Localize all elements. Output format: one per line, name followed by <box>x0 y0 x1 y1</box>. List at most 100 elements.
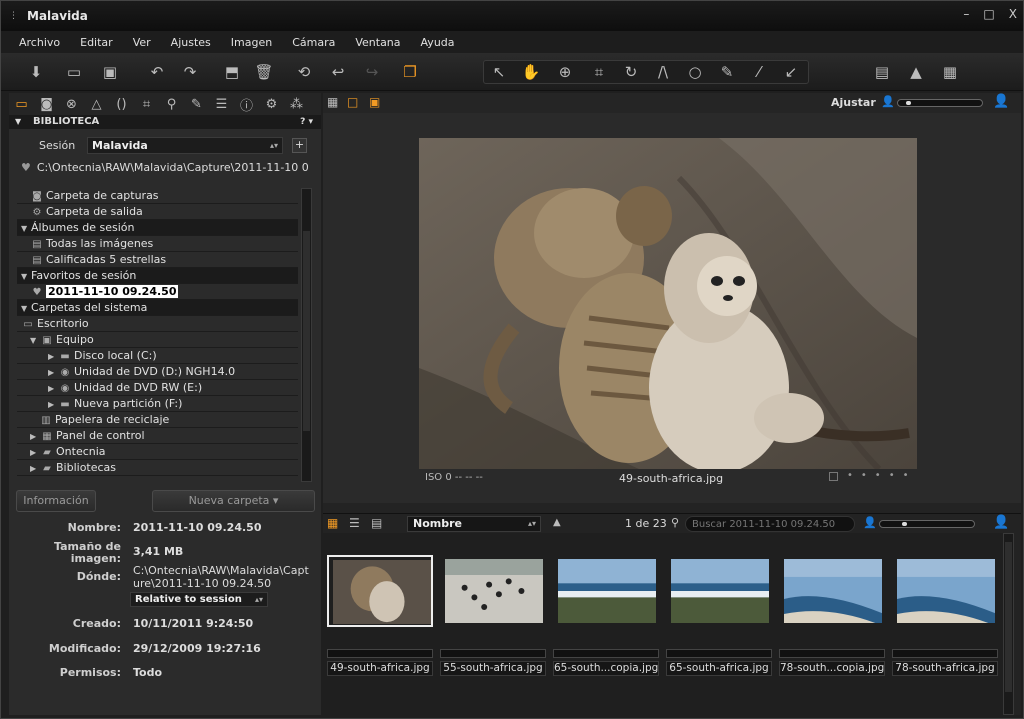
thumbnail-frame[interactable] <box>327 555 433 627</box>
thumbnail-rating-bar[interactable] <box>440 649 546 658</box>
metadata-tab-icon[interactable]: ⓘ <box>234 95 259 114</box>
capture-tab-icon[interactable]: ◙ <box>34 97 59 112</box>
menu-ventana[interactable]: Ventana <box>355 36 400 49</box>
color-tag-box[interactable] <box>829 472 838 481</box>
expand-icon[interactable]: ▶ <box>48 349 58 365</box>
menu-editar[interactable]: Editar <box>80 36 113 49</box>
variants-icon[interactable]: ❐ <box>399 62 421 82</box>
picker-icon[interactable]: ⁄ <box>748 62 770 82</box>
slider-knob[interactable] <box>902 522 907 526</box>
tree-item[interactable]: ▤ Calificadas 5 estrellas <box>17 252 298 268</box>
grid-icon[interactable]: ▦ <box>939 62 961 82</box>
tree-item[interactable]: ▶ ▬ Disco local (C:) <box>17 348 298 364</box>
menu-imagen[interactable]: Imagen <box>231 36 272 49</box>
collapse-icon[interactable]: ▼ <box>21 221 31 237</box>
trash-icon[interactable]: 🗑 <box>253 62 275 82</box>
tree-item[interactable]: ▶ ▦ Panel de control <box>17 428 298 444</box>
thumbnail-image[interactable] <box>558 559 656 623</box>
thumbnail-item[interactable]: 49-south-africa.jpg <box>325 533 435 678</box>
tree-item[interactable]: ▶ ▰ Bibliotecas <box>17 460 298 476</box>
warning-icon[interactable]: ▲ <box>905 62 927 82</box>
rotate-tool-icon[interactable]: ↻ <box>620 62 642 82</box>
main-photo[interactable] <box>419 138 917 469</box>
thumbnail-frame[interactable] <box>440 555 546 627</box>
rotate-left-icon[interactable]: ↶ <box>146 62 168 82</box>
tree-section-header[interactable]: ▼ Carpetas del sistema <box>17 300 298 316</box>
export-icon[interactable]: ▣ <box>99 62 121 82</box>
list-view-icon[interactable]: ☰ <box>349 516 360 530</box>
collapse-icon[interactable]: ▼ <box>21 269 31 285</box>
sort-select[interactable]: Nombre ▴▾ <box>407 516 541 532</box>
tree-item[interactable]: ▤ Todas las imágenes <box>17 236 298 252</box>
expand-icon[interactable]: ▶ <box>48 365 58 381</box>
relative-select[interactable]: Relative to session ▴▾ <box>130 592 268 607</box>
tree-section-header[interactable]: ▼ Álbumes de sesión <box>17 220 298 236</box>
primary-view-icon[interactable]: ▣ <box>369 95 380 109</box>
minimize-button[interactable]: – <box>963 7 969 21</box>
tree-item[interactable]: ▶ ▰ Ontecnia <box>17 444 298 460</box>
collapse-icon[interactable]: ▼ <box>21 301 31 317</box>
thumbnail-item[interactable]: 65-south...copia.jpg <box>551 533 661 678</box>
expand-icon[interactable]: ▶ <box>30 429 40 445</box>
new-folder-button[interactable]: Nueva carpeta ▾ <box>152 490 315 512</box>
thumbnail-image[interactable] <box>784 559 882 623</box>
move-to-folder-icon[interactable]: ⬒ <box>221 62 243 82</box>
tree-item[interactable]: ▶ ◉ Unidad de DVD (D:) NGH14.0 <box>17 364 298 380</box>
output-tab-icon[interactable]: ☰ <box>209 97 234 112</box>
local-tab-icon[interactable]: ✎ <box>184 97 209 112</box>
browser-scrollbar[interactable] <box>1003 533 1014 715</box>
library-tab-icon[interactable]: ▭ <box>9 97 34 112</box>
collapse-icon[interactable]: ▼ <box>30 333 40 349</box>
close-button[interactable]: X <box>1009 7 1017 21</box>
import-icon[interactable]: ⬇ <box>25 62 47 82</box>
rotate-right-icon[interactable]: ↷ <box>179 62 201 82</box>
tree-section-header[interactable]: ▼ Favoritos de sesión <box>17 268 298 284</box>
thumbnail-item[interactable]: 65-south-africa.jpg <box>664 533 774 678</box>
select-cursor-icon[interactable]: ↖ <box>488 62 510 82</box>
expand-icon[interactable]: ▶ <box>48 397 58 413</box>
rating-dots[interactable]: ••••• <box>847 470 917 481</box>
thumbnail-size-slider[interactable] <box>879 520 975 528</box>
filmstrip-view-icon[interactable]: ▤ <box>371 516 382 530</box>
menu-ajustes[interactable]: Ajustes <box>171 36 211 49</box>
multi-view-icon[interactable]: ▦ <box>327 95 338 109</box>
reset-icon[interactable]: ⟲ <box>293 62 315 82</box>
information-button[interactable]: Información <box>16 490 96 512</box>
thumbnail-rating-bar[interactable] <box>892 649 998 658</box>
thumbnail-item[interactable]: 55-south-africa.jpg <box>438 533 548 678</box>
tree-scroll-thumb[interactable] <box>303 231 310 431</box>
details-tab-icon[interactable]: ⚲ <box>159 97 184 112</box>
tree-item[interactable]: ▼ ▣ Equipo <box>17 332 298 348</box>
settings-tab-icon[interactable]: ⚙ <box>259 97 284 112</box>
thumbnail-item[interactable]: 78-south...copia.jpg <box>777 533 887 678</box>
slider-knob[interactable] <box>906 101 911 105</box>
expand-icon[interactable]: ▶ <box>30 445 40 461</box>
thumbnail-frame[interactable] <box>553 555 659 627</box>
redo-icon[interactable]: ↪ <box>361 62 383 82</box>
keystone-icon[interactable]: /\ <box>652 62 674 82</box>
expand-icon[interactable]: ▶ <box>48 381 58 397</box>
exposure-tab-icon[interactable]: △ <box>84 97 109 112</box>
help-icon[interactable]: ? ▾ <box>300 115 313 129</box>
tree-item[interactable]: ◙ Carpeta de capturas <box>17 188 298 204</box>
browser-scroll-thumb[interactable] <box>1005 542 1012 692</box>
thumbnail-frame[interactable] <box>779 555 885 627</box>
viewer-zoom-slider[interactable] <box>897 99 983 107</box>
hand-icon[interactable]: ✋ <box>520 62 542 82</box>
undo-icon[interactable]: ↩ <box>327 62 349 82</box>
tree-scrollbar[interactable] <box>301 188 312 482</box>
menu-camara[interactable]: Cámara <box>292 36 335 49</box>
composition-tab-icon[interactable]: ⌗ <box>134 97 159 112</box>
thumbnail-image[interactable] <box>333 560 431 624</box>
thumbnail-frame[interactable] <box>666 555 772 627</box>
compare-icon[interactable]: ▭ <box>63 62 85 82</box>
sort-direction-icon[interactable]: ▲ <box>553 517 561 528</box>
menu-ayuda[interactable]: Ayuda <box>421 36 455 49</box>
tree-item[interactable]: ⚙ Carpeta de salida <box>17 204 298 220</box>
zoom-icon[interactable]: ⊕ <box>554 62 576 82</box>
add-session-button[interactable]: + <box>292 138 307 153</box>
thumbnail-image[interactable] <box>445 559 543 623</box>
maximize-button[interactable]: □ <box>983 7 994 21</box>
tree-item[interactable]: ▶ ◉ Unidad de DVD RW (E:) <box>17 380 298 396</box>
thumbnail-rating-bar[interactable] <box>327 649 433 658</box>
